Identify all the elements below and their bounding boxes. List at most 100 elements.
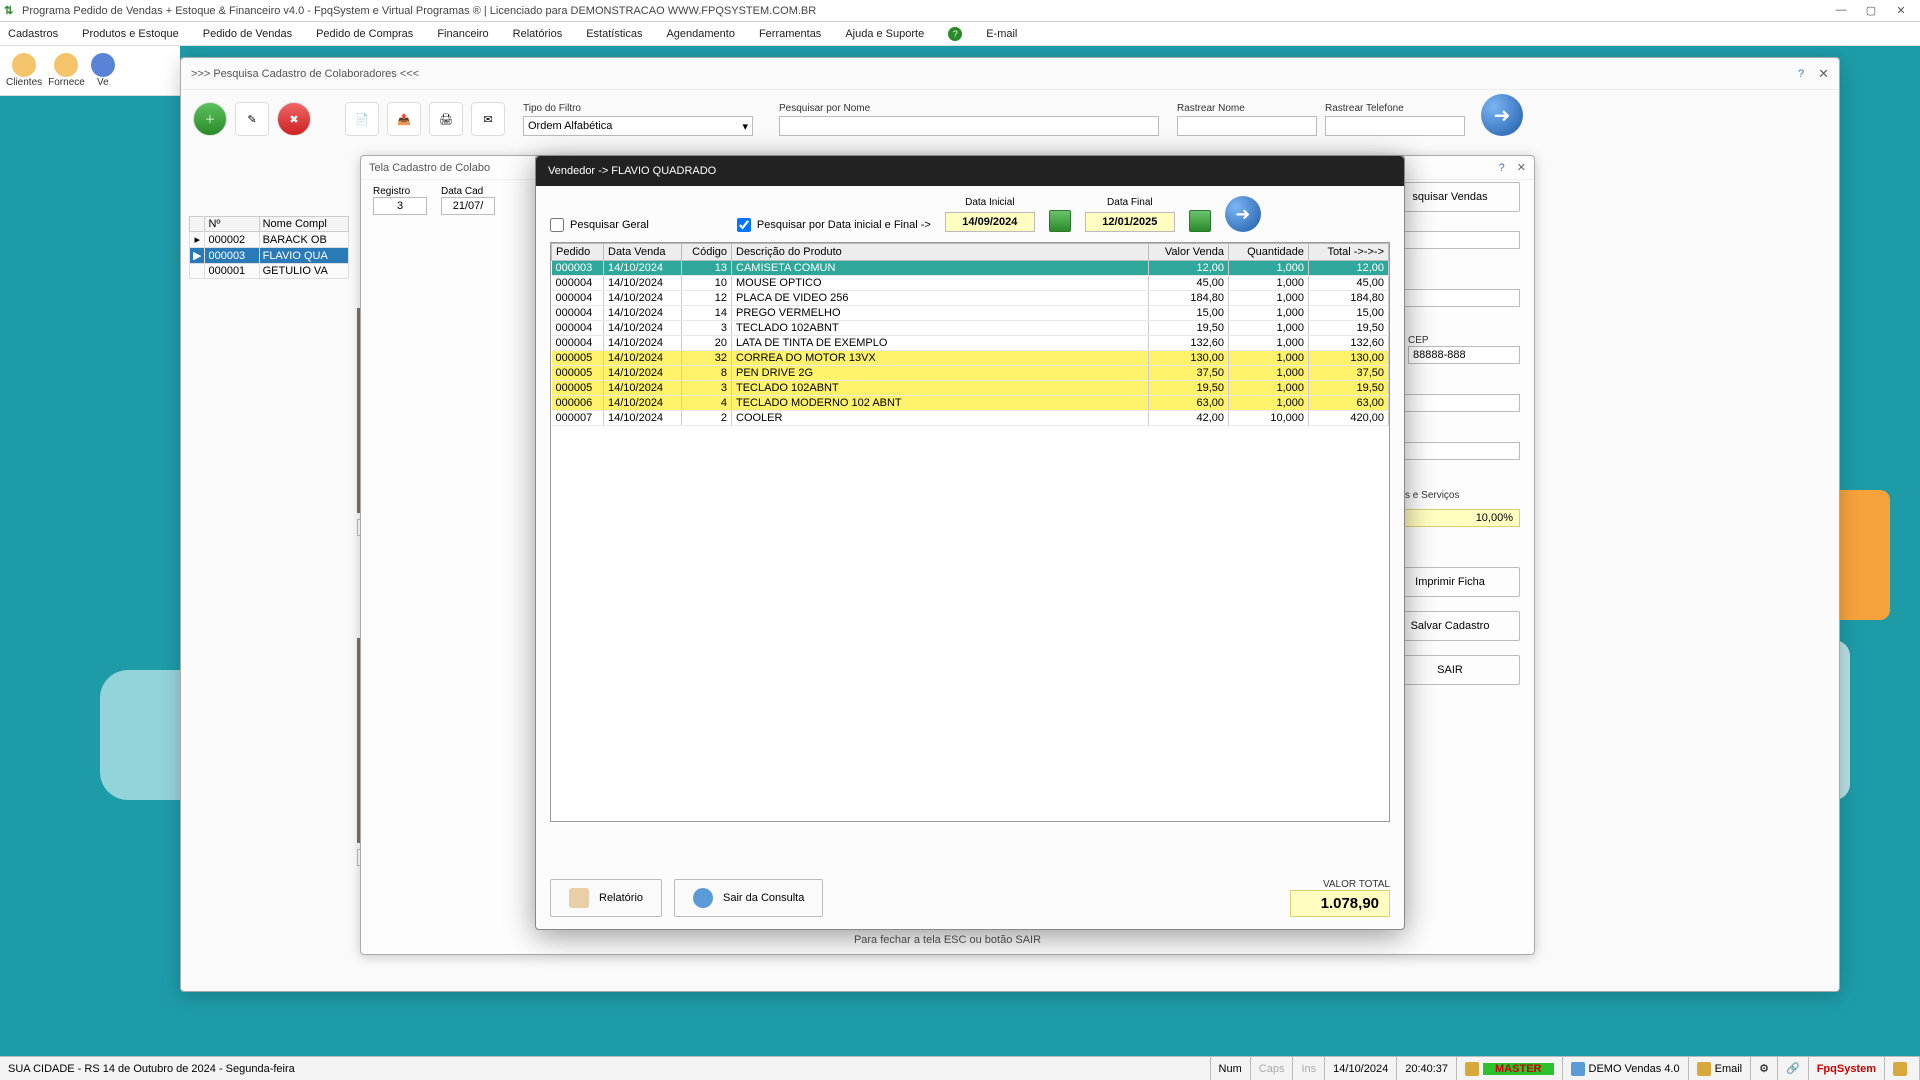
- pesquisar-nome-label: Pesquisar por Nome: [779, 103, 1159, 114]
- menu-ajuda[interactable]: Ajuda e Suporte: [845, 28, 924, 40]
- table-row[interactable]: 00000414/10/202420LATA DE TINTA DE EXEMP…: [552, 336, 1389, 351]
- main-toolbar: Clientes Fornece Ve: [0, 46, 180, 96]
- dialog-vendedor: Vendedor -> FLAVIO QUADRADO Pesquisar Ge…: [535, 155, 1405, 930]
- menu-email[interactable]: E-mail: [986, 28, 1017, 40]
- statusbar: SUA CIDADE - RS 14 de Outubro de 2024 - …: [0, 1056, 1920, 1080]
- status-badge: [1885, 1057, 1920, 1080]
- help-icon[interactable]: ?: [1798, 68, 1804, 80]
- execute-search-button[interactable]: ➜: [1225, 196, 1261, 232]
- total-label: VALOR TOTAL: [1290, 879, 1390, 890]
- tipo-filtro-select[interactable]: Ordem Alfabética▾: [523, 116, 753, 136]
- maximize-icon[interactable]: ▢: [1864, 4, 1878, 17]
- menu-agendamento[interactable]: Agendamento: [666, 28, 735, 40]
- export-button[interactable]: 📤: [387, 102, 421, 136]
- app-small-icon: [1571, 1062, 1585, 1076]
- rastrear-telefone-label: Rastrear Telefone: [1325, 103, 1465, 114]
- list-item[interactable]: 000001GETULIO VA: [190, 264, 349, 279]
- datacad-input[interactable]: [441, 197, 495, 215]
- menubar: Cadastros Produtos e Estoque Pedido de V…: [0, 22, 1920, 46]
- status-ins: Ins: [1293, 1057, 1325, 1080]
- app-titlebar: ⇅ Programa Pedido de Vendas + Estoque & …: [0, 0, 1920, 22]
- status-brand[interactable]: FpqSystem: [1809, 1057, 1885, 1080]
- app-icon: ⇅: [4, 4, 18, 18]
- menu-financeiro[interactable]: Financeiro: [437, 28, 488, 40]
- menu-relatorios[interactable]: Relatórios: [513, 28, 563, 40]
- rastrear-nome-input[interactable]: [1177, 116, 1317, 136]
- pesquisar-geral-check[interactable]: Pesquisar Geral: [550, 218, 649, 232]
- menu-estatisticas[interactable]: Estatísticas: [586, 28, 642, 40]
- registro-input[interactable]: [373, 197, 427, 215]
- status-date: 14/10/2024: [1325, 1057, 1397, 1080]
- data-final-input[interactable]: [1085, 212, 1175, 232]
- badge-icon: [1893, 1062, 1907, 1076]
- status-caps: Caps: [1251, 1057, 1294, 1080]
- table-row[interactable]: 00000414/10/20243TECLADO 102ABNT19,501,0…: [552, 321, 1389, 336]
- menu-pedido-compras[interactable]: Pedido de Compras: [316, 28, 413, 40]
- status-email[interactable]: Email: [1689, 1057, 1752, 1080]
- table-row[interactable]: 00000414/10/202412PLACA DE VIDEO 256184,…: [552, 291, 1389, 306]
- menu-pedido-vendas[interactable]: Pedido de Vendas: [203, 28, 292, 40]
- print-button[interactable]: 🖨: [429, 102, 463, 136]
- comissao-value: 10,00%: [1396, 509, 1520, 527]
- pesquisar-nome-input[interactable]: [779, 116, 1159, 136]
- table-row[interactable]: 00000414/10/202414PREGO VERMELHO15,001,0…: [552, 306, 1389, 321]
- status-time: 20:40:37: [1397, 1057, 1457, 1080]
- pesquisar-data-check[interactable]: Pesquisar por Data inicial e Final ->: [737, 218, 931, 232]
- minimize-icon[interactable]: —: [1834, 4, 1848, 17]
- status-num: Num: [1211, 1057, 1251, 1080]
- status-link[interactable]: 🔗: [1778, 1057, 1809, 1080]
- search-go-button[interactable]: ➜: [1481, 94, 1523, 136]
- user-icon: [1465, 1062, 1479, 1076]
- toolbar-fornecedores[interactable]: Fornece: [48, 53, 85, 88]
- exit-icon: [693, 888, 713, 908]
- delete-button[interactable]: ✖: [277, 102, 311, 136]
- mail-icon: [1697, 1062, 1711, 1076]
- rastrear-nome-label: Rastrear Nome: [1177, 103, 1317, 114]
- data-inicial-input[interactable]: [945, 212, 1035, 232]
- tipo-filtro-label: Tipo do Filtro: [523, 103, 753, 114]
- rastrear-telefone-input[interactable]: [1325, 116, 1465, 136]
- menu-produtos[interactable]: Produtos e Estoque: [82, 28, 179, 40]
- close-icon[interactable]: ✕: [1894, 4, 1908, 17]
- status-config[interactable]: ⚙: [1751, 1057, 1778, 1080]
- add-button[interactable]: ＋: [193, 102, 227, 136]
- data-final-label: Data Final: [1107, 197, 1153, 208]
- sair-consulta-button[interactable]: Sair da Consulta: [674, 879, 823, 917]
- cep-label: CEP: [1408, 335, 1520, 346]
- total-value: 1.078,90: [1290, 890, 1390, 917]
- close-icon[interactable]: ✕: [1818, 66, 1829, 82]
- cep-input[interactable]: [1408, 346, 1520, 364]
- menu-ferramentas[interactable]: Ferramentas: [759, 28, 821, 40]
- chevron-down-icon: ▾: [742, 120, 748, 133]
- vendedor-title: Vendedor -> FLAVIO QUADRADO: [536, 156, 1404, 186]
- list-item[interactable]: ▶000003FLAVIO QUA: [190, 248, 349, 264]
- vendas-grid[interactable]: Pedido Data Venda Código Descrição do Pr…: [550, 242, 1390, 822]
- calendar-icon[interactable]: [1049, 210, 1071, 232]
- relatorio-button[interactable]: Relatório: [550, 879, 662, 917]
- table-row[interactable]: 00000314/10/202413CAMISETA COMUN12,001,0…: [552, 261, 1389, 276]
- data-inicial-label: Data Inicial: [965, 197, 1014, 208]
- registro-label: Registro: [373, 186, 427, 197]
- datacad-label: Data Cad: [441, 186, 495, 197]
- table-row[interactable]: 00000614/10/20244TECLADO MODERNO 102 ABN…: [552, 396, 1389, 411]
- help-icon[interactable]: ?: [948, 27, 962, 41]
- colab-list: NºNome Compl ▸000002BARACK OB▶000003FLAV…: [189, 216, 349, 279]
- table-row[interactable]: 00000514/10/202432CORREA DO MOTOR 13VX13…: [552, 351, 1389, 366]
- table-row[interactable]: 00000414/10/202410MOUSE OPTICO45,001,000…: [552, 276, 1389, 291]
- calendar-icon[interactable]: [1189, 210, 1211, 232]
- table-row[interactable]: 00000714/10/20242COOLER42,0010,000420,00: [552, 411, 1389, 426]
- cadastro-footer: Para fechar a tela ESC ou botão SAIR: [361, 934, 1534, 946]
- copy-button[interactable]: 📄: [345, 102, 379, 136]
- menu-cadastros[interactable]: Cadastros: [8, 28, 58, 40]
- mail-button[interactable]: ✉: [471, 102, 505, 136]
- status-master-wrap: MASTER: [1457, 1057, 1562, 1080]
- status-left: SUA CIDADE - RS 14 de Outubro de 2024 - …: [0, 1057, 1211, 1080]
- printer-icon: [569, 888, 589, 908]
- list-item[interactable]: ▸000002BARACK OB: [190, 232, 349, 248]
- edit-button[interactable]: ✎: [235, 102, 269, 136]
- table-row[interactable]: 00000514/10/20243TECLADO 102ABNT19,501,0…: [552, 381, 1389, 396]
- table-row[interactable]: 00000514/10/20248PEN DRIVE 2G37,501,0003…: [552, 366, 1389, 381]
- colab-title: >>> Pesquisa Cadastro de Colaboradores <…: [191, 68, 1798, 80]
- toolbar-vendas[interactable]: Ve: [91, 53, 115, 88]
- toolbar-clientes[interactable]: Clientes: [6, 53, 42, 88]
